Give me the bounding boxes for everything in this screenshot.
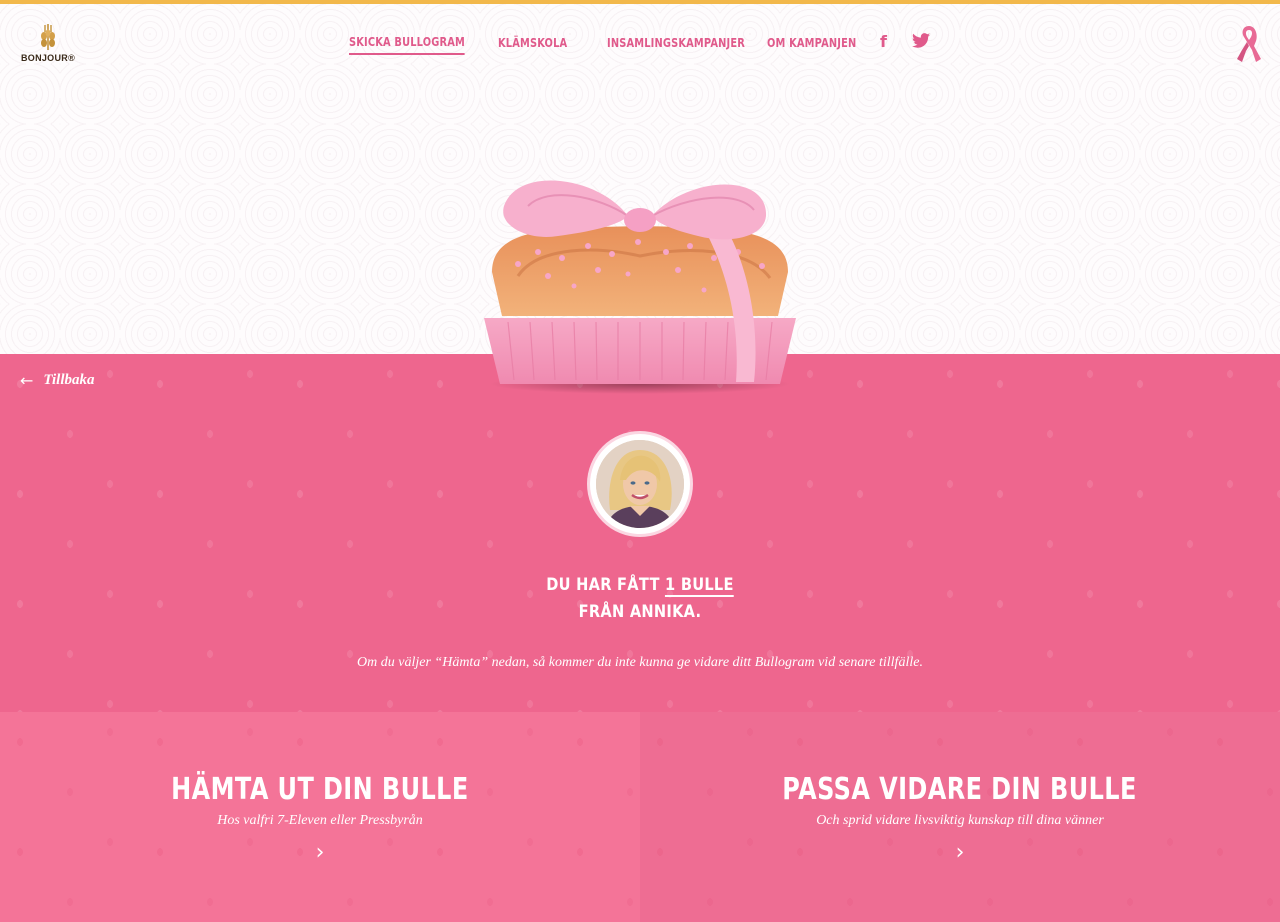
back-label: Tillbaka bbox=[43, 372, 95, 388]
logo-text: BONJOUR® bbox=[20, 53, 76, 63]
pickup-subtitle: Hos valfri 7-Eleven eller Pressbyrån bbox=[217, 813, 423, 828]
twitter-icon[interactable] bbox=[912, 33, 930, 53]
pickup-title: HÄMTA UT DIN BULLE bbox=[171, 772, 469, 807]
bonjour-logo[interactable]: BONJOUR® bbox=[18, 22, 78, 68]
back-link[interactable]: ← Tillbaka bbox=[20, 372, 95, 389]
bulle-count-link[interactable]: 1 BULLE bbox=[665, 575, 734, 597]
nav-item-insamlingskampanjer[interactable]: INSAMLINGSKAMPANJER bbox=[607, 36, 745, 54]
gift-headline: DU HAR FÅTT 1 BULLE FRÅN ANNIKA. bbox=[0, 572, 1280, 626]
headline-line-2: FRÅN ANNIKA. bbox=[578, 602, 702, 622]
arrow-left-icon: ← bbox=[20, 370, 34, 390]
chevron-right-icon[interactable]: › bbox=[640, 840, 1280, 865]
main-nav: SKICKA BULLOGRAM KLÄMSKOLA INSAMLINGSKAM… bbox=[349, 34, 910, 56]
nav-item-om-kampanjen[interactable]: OM KAMPANJEN bbox=[767, 36, 856, 54]
pass-on-title: PASSA VIDARE DIN BULLE bbox=[782, 772, 1138, 807]
message-section: ← Tillbaka DU HAR FÅTT 1 BULLE FRÅN ANNI… bbox=[0, 354, 1280, 712]
facebook-icon[interactable]: f bbox=[880, 32, 887, 52]
pass-on-bun-card[interactable]: PASSA VIDARE DIN BULLE Och sprid vidare … bbox=[640, 712, 1280, 922]
pickup-bun-card[interactable]: HÄMTA UT DIN BULLE Hos valfri 7-Eleven e… bbox=[0, 712, 640, 922]
warning-note: Om du väljer “Hämta” nedan, så kommer du… bbox=[357, 655, 923, 670]
headline-line-1: DU HAR FÅTT 1 BULLE bbox=[90, 572, 1191, 599]
nav-item-skicka-bullogram[interactable]: SKICKA BULLOGRAM bbox=[349, 35, 465, 55]
pass-on-subtitle: Och sprid vidare livsviktig kunskap till… bbox=[816, 813, 1104, 828]
avatar-photo bbox=[596, 440, 684, 528]
nav-item-klamskola[interactable]: KLÄMSKOLA bbox=[498, 36, 567, 54]
chevron-right-icon[interactable]: › bbox=[0, 840, 640, 865]
headline-prefix: DU HAR FÅTT bbox=[546, 575, 666, 595]
pink-ribbon-icon[interactable] bbox=[1236, 24, 1262, 64]
bun-with-ribbon-image bbox=[484, 180, 796, 394]
sender-avatar bbox=[590, 434, 690, 534]
wheat-icon bbox=[41, 24, 55, 50]
